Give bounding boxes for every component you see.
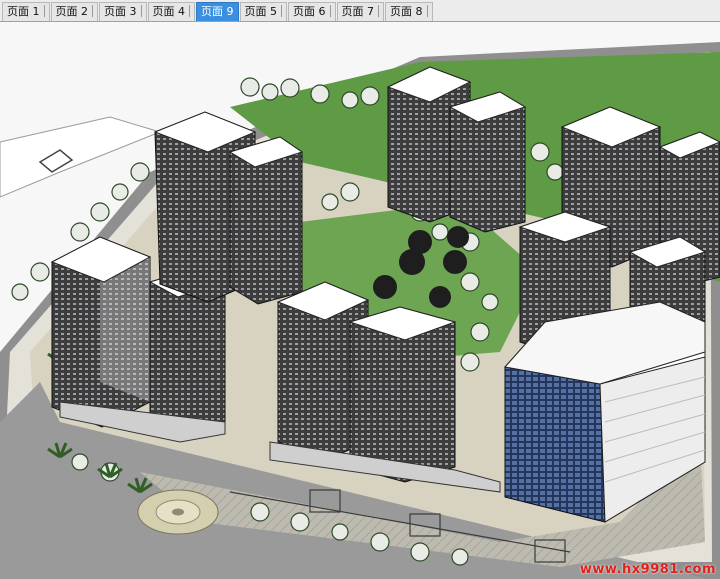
site-model-render [0,22,720,579]
tab-label: 页面 1 [7,5,40,18]
tab-page-7[interactable]: 页面 7 [336,2,384,21]
tab-page-5[interactable]: 页面 5 [239,2,287,21]
tab-label: 页面 7 [341,5,375,18]
tab-page-8[interactable]: 页面 8 [385,2,433,21]
tab-page-2[interactable]: 页面 2 [50,2,98,21]
tab-label: 页面 6 [293,5,326,18]
tab-page-4[interactable]: 页面 4 [147,2,195,21]
tab-label: 页面 3 [104,5,137,18]
site-watermark: www.hx9981.com [579,562,716,577]
fountain-plaza [137,489,219,535]
tab-label: 页面 9 [201,5,234,18]
tab-page-6[interactable]: 页面 6 [288,2,336,21]
model-viewport[interactable]: www.hx9981.com [0,22,720,579]
page-tab-bar: 页面 1 页面 2 页面 3 页面 4 页面 9 页面 5 页面 6 页面 7 … [0,0,720,22]
tab-page-9[interactable]: 页面 9 [196,2,239,21]
tab-label: 页面 4 [152,5,186,18]
tab-label: 页面 8 [390,5,423,18]
tab-page-1[interactable]: 页面 1 [2,2,50,21]
tab-label: 页面 2 [55,5,89,18]
tab-page-3[interactable]: 页面 3 [99,2,147,21]
tab-label: 页面 5 [244,5,278,18]
residential-tower-northwest [153,111,304,305]
